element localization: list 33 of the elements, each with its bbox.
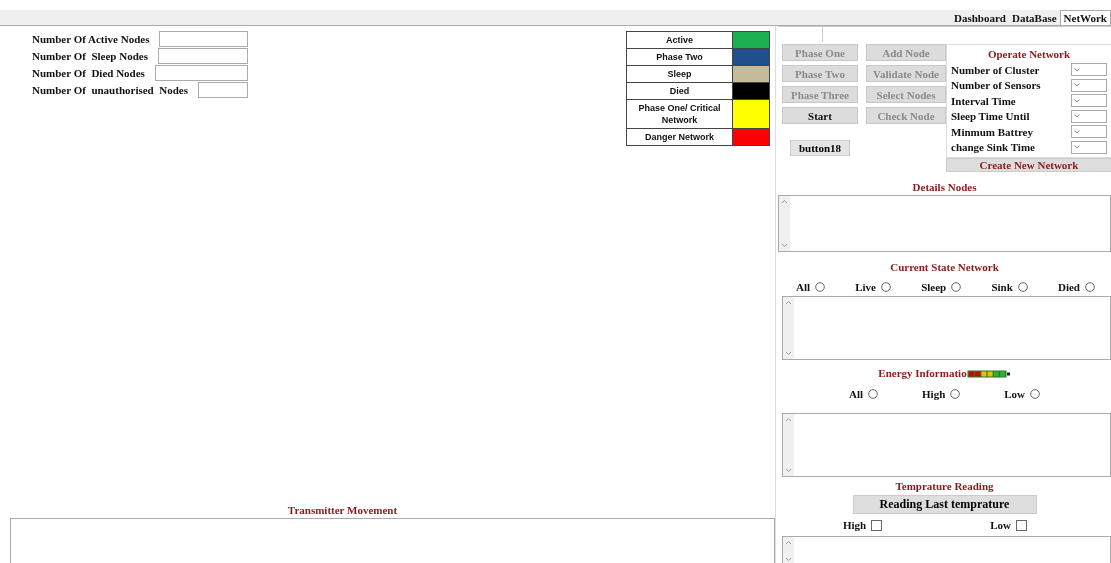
radio-label[interactable]: Live bbox=[855, 281, 876, 293]
setting-label: Minmum Battrey bbox=[951, 125, 1033, 138]
create-button[interactable]: Create New Network bbox=[946, 158, 1111, 172]
checkbox-label[interactable]: High bbox=[843, 519, 867, 531]
field-label: Number Of unauthorised Nodes bbox=[32, 84, 188, 96]
tab[interactable]: Dashboard bbox=[951, 10, 1009, 25]
section-title: Current State Network bbox=[890, 261, 999, 273]
reading-button[interactable]: Reading Last temprature bbox=[852, 495, 1037, 514]
field-label: Number Of Active Nodes bbox=[32, 33, 150, 45]
field-label: Number Of Sleep Nodes bbox=[32, 50, 148, 62]
action-button[interactable]: Start bbox=[782, 107, 858, 124]
setting-label: Number of Cluster bbox=[951, 63, 1040, 76]
checkbox-label[interactable]: Low bbox=[990, 519, 1011, 531]
radio-label[interactable]: Low bbox=[1004, 388, 1026, 400]
section-title: Energy Informatio bbox=[878, 367, 967, 381]
setting-label: Sleep Time Until bbox=[951, 110, 1030, 123]
section-title: Details Nodes bbox=[912, 181, 977, 193]
section-title: Temprature Reading bbox=[895, 480, 994, 492]
radio-label[interactable]: All bbox=[848, 388, 863, 400]
panel-title: Operate Network bbox=[986, 48, 1072, 60]
section-title: Transmitter Movement bbox=[287, 504, 398, 516]
radio-label[interactable]: All bbox=[796, 281, 811, 293]
setting-label: Number of Sensors bbox=[951, 79, 1041, 92]
field-label: Number Of Died Nodes bbox=[32, 67, 145, 79]
setting-label: change Sink Time bbox=[951, 141, 1035, 154]
action-button[interactable]: button18 bbox=[790, 140, 850, 156]
radio-label[interactable]: Died bbox=[1057, 281, 1080, 293]
radio-label[interactable]: High bbox=[922, 388, 946, 400]
tab[interactable]: NetWork bbox=[1059, 10, 1111, 25]
radio-label[interactable]: Sleep bbox=[921, 281, 947, 293]
setting-label: Interval Time bbox=[951, 94, 1016, 107]
radio-label[interactable]: Sink bbox=[991, 281, 1013, 293]
tab[interactable]: DataBase bbox=[1009, 10, 1060, 25]
